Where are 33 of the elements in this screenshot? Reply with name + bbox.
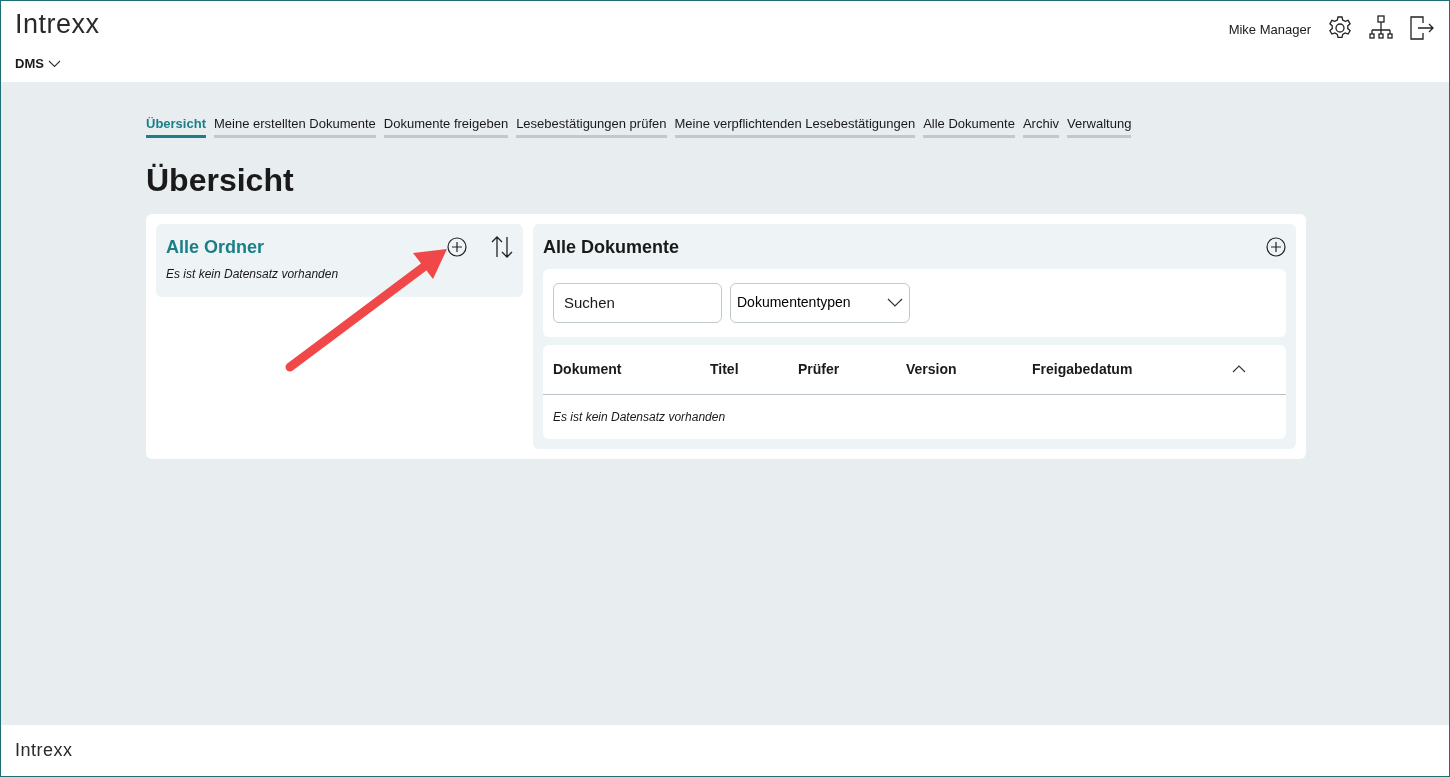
nav-tab[interactable]: Übersicht [146, 114, 206, 138]
nav-tab[interactable]: Alle Dokumente [923, 114, 1015, 138]
chevron-up-icon[interactable] [1232, 365, 1246, 373]
settings-icon[interactable] [1327, 15, 1353, 41]
empty-message: Es ist kein Datensatz vorhanden [166, 265, 340, 283]
nav-tab[interactable]: Meine verpflichtenden Lesebestätigungen [674, 114, 916, 138]
sort-icon[interactable] [491, 236, 513, 258]
nav-tab[interactable]: Dokumente freigeben [383, 114, 509, 138]
type-dropdown[interactable]: Dokumententypen [730, 282, 910, 323]
column-header[interactable]: Version [906, 358, 1032, 380]
nav-tab[interactable]: Lesebestätigungen prüfen [516, 114, 667, 138]
user-name[interactable]: Mike Manager [1228, 20, 1311, 40]
footer-logo: Intrexx [15, 740, 73, 760]
search-field[interactable]: Suchen [553, 282, 722, 323]
nav-tab[interactable]: Verwaltung [1067, 114, 1132, 138]
column-header[interactable]: Titel [710, 358, 798, 380]
add-icon[interactable] [1266, 237, 1286, 257]
panel-title: Alle Dokumente [543, 235, 680, 259]
column-header[interactable]: Prüfer [798, 358, 906, 380]
nav-tab[interactable]: Meine erstellten Dokumente [213, 114, 376, 138]
panel-title: Alle Ordner [166, 235, 265, 259]
chevron-down-icon [887, 298, 903, 307]
app-menu[interactable]: DMS [15, 54, 100, 74]
nav-tab[interactable]: Archiv [1022, 114, 1060, 138]
logout-icon[interactable] [1409, 15, 1435, 41]
empty-message: Es ist kein Datensatz vorhanden [552, 408, 727, 426]
page-title: Übersicht [146, 160, 295, 200]
column-header[interactable]: Dokument [553, 358, 710, 380]
sitemap-icon[interactable] [1369, 15, 1393, 41]
logo: Intrexx [15, 11, 100, 38]
chevron-down-icon [47, 59, 61, 68]
add-icon[interactable] [447, 237, 467, 257]
column-header[interactable]: Freigabedatum [1032, 358, 1232, 380]
